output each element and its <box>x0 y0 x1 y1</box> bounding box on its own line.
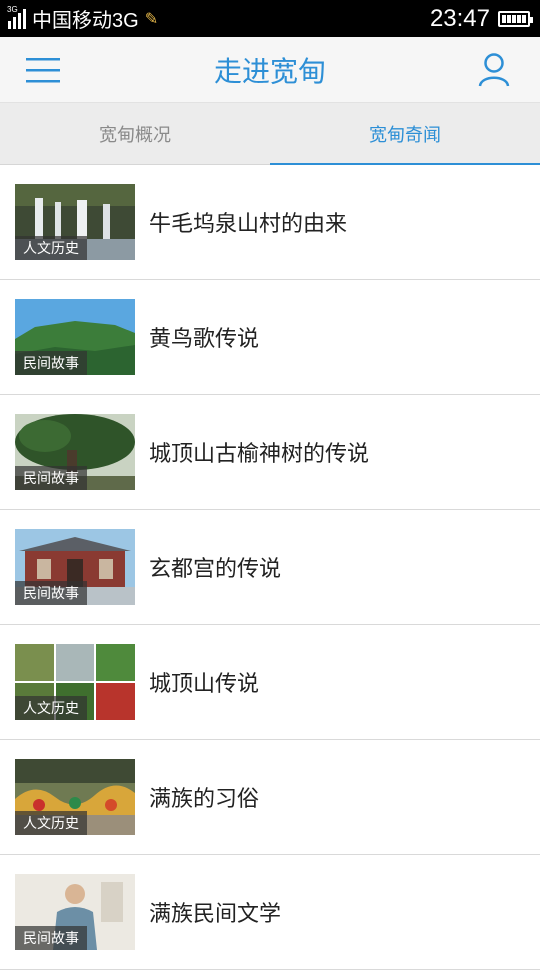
list-item[interactable]: 民间故事 玄都宫的传说 <box>0 510 540 625</box>
category-badge: 人文历史 <box>15 696 87 720</box>
list-item[interactable]: 人文历史 城顶山传说 <box>0 625 540 740</box>
clock: 23:47 <box>429 4 490 32</box>
status-right: 23:47 <box>429 4 533 33</box>
item-title: 满族的习俗 <box>149 787 260 812</box>
carrier-name: 中国移动3G <box>32 10 139 32</box>
thumbnail: 民间故事 <box>15 299 135 375</box>
list-item[interactable]: 民间故事 黄鸟歌传说 <box>0 280 540 395</box>
page-title: 走进宽甸 <box>213 54 326 88</box>
user-icon[interactable] <box>478 52 510 87</box>
item-title: 城顶山传说 <box>149 672 260 697</box>
article-list: 人文历史 牛毛坞泉山村的由来 民间故事 黄鸟歌传说 民间故事 城顶山古榆神树的传… <box>0 165 540 970</box>
category-badge: 人文历史 <box>15 811 87 835</box>
network-tag: 3G <box>7 4 18 14</box>
status-bar: 3G 中国移动3G ✎ 23:47 <box>0 0 540 37</box>
category-badge: 人文历史 <box>15 236 87 260</box>
clean-icon: ✎ <box>144 10 159 28</box>
item-title: 城顶山古榆神树的传说 <box>149 442 370 467</box>
item-title: 黄鸟歌传说 <box>149 327 260 352</box>
list-item[interactable]: 人文历史 牛毛坞泉山村的由来 <box>0 165 540 280</box>
category-badge: 民间故事 <box>15 581 87 605</box>
list-item[interactable]: 民间故事 城顶山古榆神树的传说 <box>0 395 540 510</box>
item-title: 牛毛坞泉山村的由来 <box>149 212 348 237</box>
thumbnail: 民间故事 <box>15 529 135 605</box>
thumbnail: 人文历史 <box>15 759 135 835</box>
app-header: 走进宽甸 <box>0 37 540 103</box>
tab-overview[interactable]: 宽甸概况 <box>0 103 270 164</box>
thumbnail: 人文历史 <box>15 644 135 720</box>
signal-icon: 3G <box>7 5 26 29</box>
menu-icon[interactable] <box>26 56 62 84</box>
category-badge: 民间故事 <box>15 466 87 490</box>
item-title: 玄都宫的传说 <box>149 557 282 582</box>
category-badge: 民间故事 <box>15 351 87 375</box>
thumbnail: 民间故事 <box>15 414 135 490</box>
list-item[interactable]: 人文历史 满族的习俗 <box>0 740 540 855</box>
tab-bar: 宽甸概况 宽甸奇闻 <box>0 103 540 165</box>
item-title: 满族民间文学 <box>149 902 282 927</box>
battery-icon <box>498 10 533 27</box>
category-badge: 民间故事 <box>15 926 87 950</box>
list-item[interactable]: 民间故事 满族民间文学 <box>0 855 540 970</box>
thumbnail: 人文历史 <box>15 184 135 260</box>
status-left: 3G 中国移动3G ✎ <box>7 4 159 33</box>
tab-anecdotes[interactable]: 宽甸奇闻 <box>270 103 540 165</box>
thumbnail: 民间故事 <box>15 874 135 950</box>
